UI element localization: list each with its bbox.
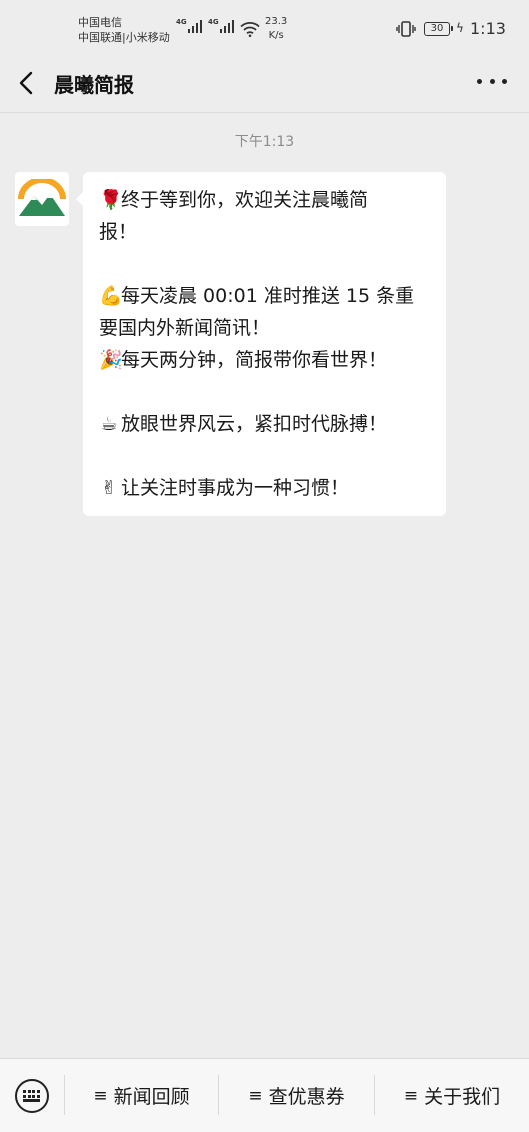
- network-speed: 23.3 K/s: [265, 15, 287, 43]
- message-line: 💪每天凌晨 00:01 准时推送 15 条重: [99, 280, 432, 312]
- battery-level: 30: [430, 23, 444, 34]
- carrier-info: 中国电信 中国联通|小米移动: [78, 15, 170, 45]
- menu-about-us[interactable]: ≡ 关于我们: [375, 1059, 529, 1132]
- menu-label: 关于我们: [424, 1086, 501, 1108]
- keyboard-toggle-icon[interactable]: [15, 1079, 49, 1113]
- message-timestamp: 下午1:13: [234, 134, 295, 150]
- avatar[interactable]: [15, 172, 69, 226]
- emoji-icon: 🌹: [99, 189, 123, 211]
- battery-icon: 30: [424, 22, 453, 36]
- message-text: 放眼世界风云，紧扣时代脉搏！: [121, 413, 388, 435]
- menu-label: 查优惠券: [268, 1086, 345, 1108]
- menu-list-icon: ≡: [403, 1085, 419, 1106]
- message-line: ✌ 让关注时事成为一种习惯！: [99, 472, 432, 504]
- vibrate-icon: [396, 21, 416, 37]
- message-line: 要国内外新闻简讯！: [99, 312, 432, 344]
- carrier-1: 中国电信: [78, 16, 122, 29]
- speed-value: 23.3: [265, 16, 288, 27]
- menu-list-icon: ≡: [248, 1085, 263, 1106]
- more-options-icon[interactable]: [477, 66, 507, 96]
- carrier-2: 中国联通|小米移动: [78, 31, 170, 44]
- message-bubble[interactable]: 🌹终于等到你，欢迎关注晨曦简报！ 💪每天凌晨 00:01 准时推送 15 条重要国…: [76, 172, 446, 516]
- message-line: 🌹终于等到你，欢迎关注晨曦简: [99, 184, 432, 216]
- message-text: 让关注时事成为一种习惯！: [121, 477, 350, 499]
- mountain-logo-icon: [18, 179, 66, 216]
- bottom-menu: ≡ 新闻回顾 ≡ 查优惠券 ≡ 关于我们: [0, 1058, 529, 1132]
- message-text: 报！: [99, 221, 138, 243]
- signal-1-icon: 4G: [176, 18, 202, 33]
- signal-2-icon: 4G: [208, 18, 234, 33]
- emoji-icon: 💪: [99, 285, 123, 307]
- message-text: 每天两分钟，简报带你看世界！: [121, 349, 388, 371]
- wifi-icon: [240, 22, 260, 37]
- menu-coupons[interactable]: ≡ 查优惠券: [219, 1059, 374, 1132]
- message-text: 终于等到你，欢迎关注晨曦简: [121, 189, 369, 211]
- chat-title: 晨曦简报: [54, 73, 134, 97]
- menu-list-icon: ≡: [93, 1085, 108, 1106]
- message-text: 要国内外新闻简讯！: [99, 317, 271, 339]
- status-bar: 中国电信 中国联通|小米移动 4G 4G 23.3 K/s 30 ϟ 1:13: [0, 0, 529, 56]
- charging-icon: ϟ: [456, 21, 464, 35]
- message-line: 🎉每天两分钟，简报带你看世界！: [99, 344, 432, 376]
- network-type-1: 4G: [176, 18, 187, 26]
- menu-label: 新闻回顾: [113, 1086, 190, 1108]
- message-line: ☕ 放眼世界风云，紧扣时代脉搏！: [99, 408, 432, 440]
- emoji-icon: ✌: [101, 477, 117, 499]
- message-line: 报！: [99, 216, 432, 248]
- emoji-icon: 🎉: [99, 349, 123, 371]
- speed-unit: K/s: [268, 30, 284, 41]
- emoji-icon: ☕: [100, 413, 118, 435]
- back-icon[interactable]: [12, 66, 44, 100]
- nav-bar: 晨曦简报: [0, 56, 529, 113]
- menu-news-review[interactable]: ≡ 新闻回顾: [65, 1059, 218, 1132]
- status-time: 1:13: [470, 19, 506, 38]
- message-text: 每天凌晨 00:01 准时推送 15 条重: [121, 285, 415, 307]
- network-type-2: 4G: [208, 18, 219, 26]
